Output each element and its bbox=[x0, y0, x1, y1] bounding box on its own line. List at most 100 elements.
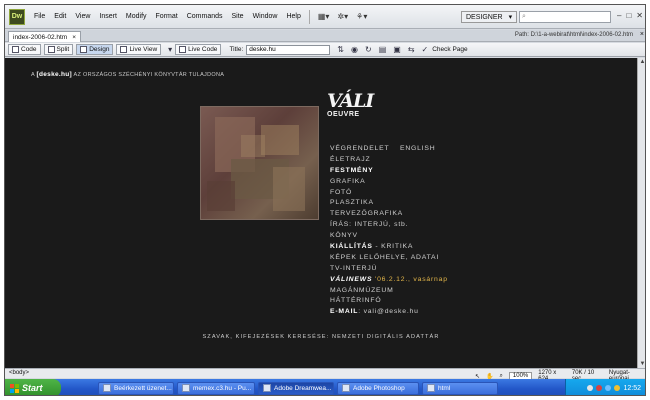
menu-link-hatterinfo[interactable]: HÁTTÉRINFÓ bbox=[330, 296, 570, 307]
task-label: Beérkezett üzenet... bbox=[114, 384, 172, 392]
maximize-button[interactable]: □ bbox=[626, 11, 631, 20]
live-view-dropdown-icon[interactable]: ▾ bbox=[168, 45, 172, 54]
tray-security-icon[interactable] bbox=[596, 385, 603, 391]
minimize-button[interactable]: – bbox=[617, 11, 621, 20]
task-label: Adobe Photoshop bbox=[353, 384, 405, 392]
menu-separator bbox=[308, 9, 310, 24]
site-icon[interactable]: ⚘▾ bbox=[356, 12, 367, 21]
menu-link-grafika[interactable]: GRAFIKA bbox=[330, 177, 570, 188]
live-view-button[interactable]: Live View bbox=[116, 44, 162, 55]
code-view-button[interactable]: Code bbox=[8, 44, 41, 55]
file-management-icon[interactable]: ⇅ bbox=[337, 45, 344, 54]
menu-link-kepek[interactable]: KÉPEK LELŐHELYE, ADATAI bbox=[330, 253, 570, 264]
split-view-button[interactable]: Split bbox=[43, 44, 74, 55]
kiallitas-kritika-label: - KRITIKA bbox=[372, 243, 414, 251]
design-view-canvas[interactable]: A [deske.hu] AZ ORSZÁGOS SZÉCHÉNYI KÖNYV… bbox=[5, 58, 637, 368]
taskbar-item-photoshop[interactable]: Adobe Photoshop bbox=[337, 381, 419, 395]
menu-link-valinews[interactable]: VÁLINEWS '06.2.12., vasárnap bbox=[330, 275, 570, 286]
check-page-icon[interactable]: ✓ bbox=[422, 45, 429, 54]
festmeny-label: FESTMÉNY bbox=[330, 166, 374, 174]
taskbar-item-inbox[interactable]: Beérkezett üzenet... bbox=[98, 381, 174, 395]
tag-selector[interactable]: <body> bbox=[9, 370, 29, 376]
system-tray: 12:52 bbox=[565, 379, 645, 395]
menu-link-festmeny[interactable]: FESTMÉNY bbox=[330, 166, 570, 177]
ownership-line: A [deske.hu] AZ ORSZÁGOS SZÉCHÉNYI KÖNYV… bbox=[31, 71, 224, 78]
photoshop-icon bbox=[342, 384, 350, 392]
validate-markup-icon[interactable]: ⇆ bbox=[408, 45, 415, 54]
vertical-scrollbar[interactable]: ▲ ▼ bbox=[637, 58, 645, 368]
owner-site-link[interactable]: [deske.hu] bbox=[37, 71, 73, 78]
document-tab[interactable]: index-2006-02.htm × bbox=[8, 31, 81, 42]
menu-modify[interactable]: Modify bbox=[126, 13, 147, 20]
taskbar-item-dreamweaver[interactable]: Adobe Dreamwea... bbox=[258, 381, 334, 395]
task-label: Adobe Dreamwea... bbox=[274, 384, 332, 392]
menu-link-email[interactable]: E-MAIL: vali@deske.hu bbox=[330, 307, 570, 318]
menu-link-konyv[interactable]: KÖNYV bbox=[330, 231, 570, 242]
menu-edit[interactable]: Edit bbox=[54, 13, 66, 20]
document-path: Path: D:\1-a-webirat\html\index-2006-02.… bbox=[515, 32, 633, 38]
tab-close-icon[interactable]: × bbox=[72, 34, 76, 41]
tray-volume-icon[interactable] bbox=[614, 385, 621, 391]
visual-aids-icon[interactable]: ▣ bbox=[393, 45, 401, 54]
menu-view[interactable]: View bbox=[75, 13, 90, 20]
dreamweaver-icon bbox=[263, 384, 271, 392]
scroll-up-icon[interactable]: ▲ bbox=[639, 59, 645, 65]
menu-commands[interactable]: Commands bbox=[187, 13, 223, 20]
site-menu: VÉGRENDELET ÉLETRAJZ FESTMÉNY GRAFIKA FO… bbox=[330, 144, 570, 318]
menu-link-plasztika[interactable]: PLASZTIKA bbox=[330, 198, 570, 209]
extend-gear-icon[interactable]: ✲▾ bbox=[337, 12, 348, 21]
title-input[interactable] bbox=[246, 44, 331, 55]
path-label: Path: bbox=[514, 32, 529, 38]
document-tab-bar: index-2006-02.htm × Path: D:\1-a-webirat… bbox=[5, 30, 645, 42]
taskbar-item-browser[interactable]: memex.c3.hu - Pu... bbox=[177, 381, 255, 395]
taskbar-item-html-folder[interactable]: html bbox=[422, 381, 498, 395]
menu-link-eletrajz[interactable]: ÉLETRAJZ bbox=[330, 155, 570, 166]
tray-bluetooth-icon[interactable] bbox=[605, 385, 612, 391]
split-view-label: Split bbox=[56, 46, 70, 53]
design-icon bbox=[80, 46, 88, 53]
design-view-button[interactable]: Design bbox=[76, 44, 114, 55]
document-tab-label: index-2006-02.htm bbox=[13, 33, 68, 41]
live-code-button[interactable]: Live Code bbox=[175, 44, 222, 55]
preview-browser-icon[interactable]: ◉ bbox=[351, 45, 358, 54]
tray-network-icon[interactable] bbox=[587, 385, 594, 391]
layout-icon[interactable]: ▦▾ bbox=[318, 12, 330, 21]
menu-link-iras[interactable]: ÍRÁS: INTERJÚ, stb. bbox=[330, 220, 570, 231]
live-code-icon bbox=[179, 46, 187, 53]
menu-file[interactable]: File bbox=[34, 13, 45, 20]
mail-icon bbox=[103, 384, 111, 392]
menu-window[interactable]: Window bbox=[253, 13, 278, 20]
code-view-label: Code bbox=[21, 46, 37, 53]
check-page-label[interactable]: Check Page bbox=[432, 46, 467, 53]
code-icon bbox=[12, 46, 19, 53]
menu-insert[interactable]: Insert bbox=[99, 13, 117, 20]
window-controls: – □ ✕ bbox=[617, 11, 643, 20]
scroll-down-icon[interactable]: ▼ bbox=[639, 361, 645, 367]
close-document-icon[interactable]: × bbox=[640, 31, 644, 38]
windows-taskbar: Start Beérkezett üzenet... memex.c3.hu -… bbox=[5, 379, 645, 395]
menu-link-tervezografika[interactable]: TERVEZŐGRAFIKA bbox=[330, 209, 570, 220]
menu-link-foto[interactable]: FOTÓ bbox=[330, 188, 570, 199]
workspace-switcher[interactable]: DESIGNER ▾ bbox=[461, 11, 518, 23]
menu-link-vegrendelet[interactable]: VÉGRENDELET bbox=[330, 144, 570, 155]
menu-site[interactable]: Site bbox=[232, 13, 244, 20]
menu-link-kiallitas[interactable]: KIÁLLÍTÁS - KRITIKA bbox=[330, 242, 570, 253]
menu-link-tv[interactable]: TV-INTERJÚ bbox=[330, 264, 570, 275]
start-button[interactable]: Start bbox=[5, 379, 61, 395]
refresh-icon[interactable]: ↻ bbox=[365, 45, 372, 54]
view-options-icon[interactable]: ▤ bbox=[379, 45, 387, 54]
menu-format[interactable]: Format bbox=[156, 13, 178, 20]
email-label: E-MAIL bbox=[330, 308, 359, 316]
task-label: html bbox=[438, 384, 451, 392]
search-terms-link[interactable]: SZAVAK, KIFEJEZÉSEK KERESÉSE: NEMZETI DI… bbox=[5, 334, 637, 340]
valinews-label: VÁLINEWS bbox=[330, 275, 373, 283]
split-icon bbox=[47, 46, 55, 53]
menu-help[interactable]: Help bbox=[286, 13, 300, 20]
close-button[interactable]: ✕ bbox=[636, 11, 643, 20]
clock[interactable]: 12:52 bbox=[623, 385, 641, 392]
menu-link-maganmuzeum[interactable]: MAGÁNMÚZEUM bbox=[330, 286, 570, 297]
kiallitas-label: KIÁLLÍTÁS bbox=[330, 243, 373, 251]
dreamweaver-window: Dw File Edit View Insert Modify Format C… bbox=[4, 4, 646, 396]
help-search-input[interactable]: ⌕ bbox=[519, 11, 611, 23]
painting-image[interactable] bbox=[200, 106, 319, 220]
